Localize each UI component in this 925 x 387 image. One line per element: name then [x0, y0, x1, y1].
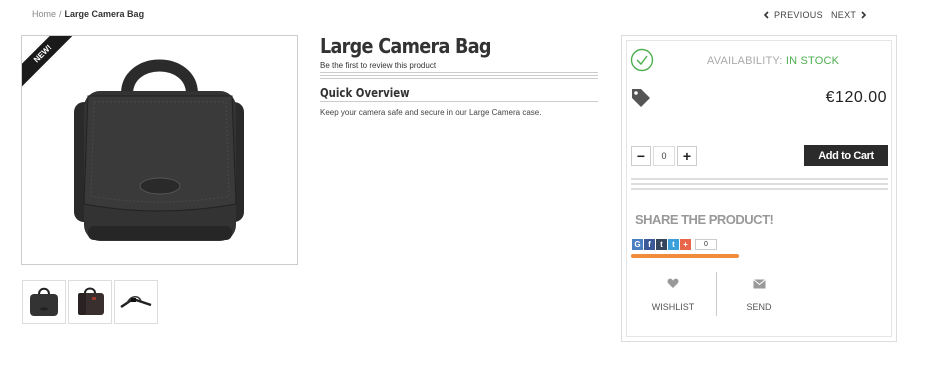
quantity-stepper: − +	[631, 146, 697, 166]
overview-divider	[320, 101, 598, 104]
google-icon[interactable]: G	[632, 239, 643, 250]
wishlist-label: WISHLIST	[651, 302, 695, 312]
stock-status: IN STOCK	[785, 55, 840, 67]
wishlist-button[interactable]: WISHLIST	[643, 276, 703, 312]
plus-icon[interactable]: +	[680, 239, 691, 250]
product-price: €120.00	[825, 89, 887, 106]
breadcrumb-home-link[interactable]: Home	[32, 9, 56, 19]
bag-angle-thumbnail	[78, 287, 104, 315]
review-link[interactable]: Be the first to review this product	[320, 61, 436, 70]
chevron-left-icon	[763, 11, 769, 19]
envelope-icon	[752, 279, 766, 289]
product-main-image[interactable]: NEW!	[21, 35, 298, 265]
actions-divider	[716, 272, 717, 316]
tumblr-icon[interactable]: t	[656, 239, 667, 250]
thumbnail-2[interactable]	[68, 280, 112, 324]
breadcrumb-separator: /	[59, 9, 62, 19]
title-divider	[320, 72, 598, 81]
camera-bag-image	[74, 59, 244, 241]
share-title: SHARE THE PRODUCT!	[635, 212, 774, 227]
qty-decrease-button[interactable]: −	[631, 146, 651, 166]
share-count: 0	[695, 239, 717, 250]
thumbnail-1[interactable]	[22, 280, 66, 324]
chevron-right-icon	[861, 11, 867, 19]
strap-thumbnail	[120, 296, 152, 309]
next-label: NEXT	[831, 10, 857, 20]
thumbnail-3[interactable]	[114, 280, 158, 324]
panel-divider	[631, 178, 888, 193]
availability: AVAILABILITY: IN STOCK	[707, 55, 839, 67]
availability-label: AVAILABILITY:	[707, 55, 783, 67]
check-circle-icon	[630, 48, 654, 72]
social-share-icons: G f t t + 0	[632, 239, 717, 250]
price-tag-icon	[632, 89, 650, 107]
breadcrumb-current: Large Camera Bag	[64, 9, 145, 19]
quick-overview-title: Quick Overview	[320, 86, 410, 100]
next-link[interactable]: NEXT	[831, 10, 867, 20]
bag-front-thumbnail	[30, 287, 58, 316]
qty-input[interactable]	[653, 146, 675, 166]
share-accent-bar	[631, 254, 739, 258]
previous-label: PREVIOUS	[774, 10, 823, 20]
send-button[interactable]: SEND	[729, 276, 789, 312]
qty-increase-button[interactable]: +	[677, 146, 697, 166]
add-to-cart-button[interactable]: Add to Cart	[804, 145, 888, 166]
quick-overview-text: Keep your camera safe and secure in our …	[320, 108, 542, 117]
facebook-icon[interactable]: f	[644, 239, 655, 250]
previous-link[interactable]: PREVIOUS	[763, 10, 823, 20]
product-title: Large Camera Bag	[320, 34, 492, 58]
breadcrumb: Home / Large Camera Bag	[32, 9, 144, 19]
heart-icon	[667, 278, 679, 288]
thumbnail-strip	[22, 280, 158, 324]
twitter-icon[interactable]: t	[668, 239, 679, 250]
send-label: SEND	[746, 302, 772, 312]
